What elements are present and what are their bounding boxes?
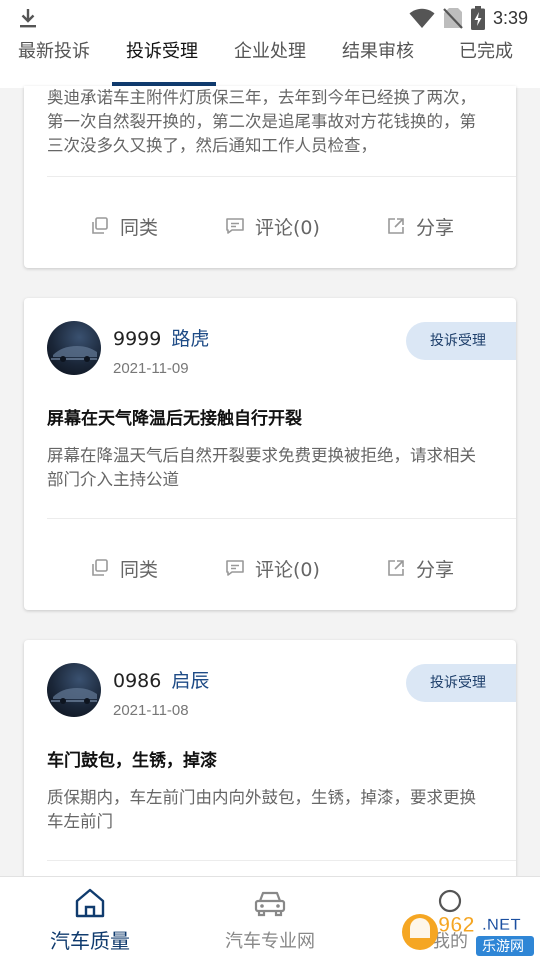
- post-date: 2021-11-08: [113, 702, 189, 719]
- comment-label: 评论(0): [255, 558, 320, 581]
- tab-enterprise-handling[interactable]: 企业处理: [234, 40, 306, 84]
- divider: [47, 518, 516, 519]
- user-line: 0986 启辰: [113, 666, 209, 693]
- divider: [47, 860, 516, 861]
- user-line: 9999 路虎: [113, 324, 209, 351]
- svg-text:乐游网: 乐游网: [482, 939, 524, 955]
- copy-icon: [92, 217, 108, 234]
- home-icon: [75, 888, 105, 918]
- nav-car-quality[interactable]: 汽车质量: [0, 877, 180, 960]
- comment-icon: [226, 218, 244, 234]
- similar-label: 同类: [120, 216, 159, 239]
- comment-label: 评论(0): [255, 216, 320, 239]
- wifi-icon: [409, 8, 435, 29]
- user-name[interactable]: 启辰: [171, 670, 209, 692]
- post-title[interactable]: 车门鼓包，生锈，掉漆: [47, 746, 217, 771]
- tab-result-review[interactable]: 结果审核: [342, 40, 414, 84]
- svg-text:.NET: .NET: [482, 915, 521, 934]
- comment-button[interactable]: 评论(0): [225, 548, 320, 588]
- post-actions: 同类 评论(0) 分享: [24, 548, 516, 588]
- post-body: 屏幕在降温天气后自然开裂要求免费更换被拒绝，请求相关部门介入主持公道: [47, 446, 476, 489]
- share-label: 分享: [416, 216, 455, 239]
- post-title[interactable]: 屏幕在天气降温后无接触自行开裂: [47, 404, 302, 429]
- status-badge: 投诉受理: [406, 322, 516, 360]
- divider: [47, 176, 516, 177]
- comment-button[interactable]: 评论(0): [225, 206, 320, 246]
- tab-latest-complaints[interactable]: 最新投诉: [18, 40, 90, 84]
- similar-button[interactable]: 同类: [90, 206, 158, 246]
- battery-charging-icon: [470, 6, 485, 30]
- nav-label: 汽车专业网: [225, 931, 315, 952]
- complaint-card[interactable]: 9999 路虎 2021-11-09 投诉受理 屏幕在天气降温后无接触自行开裂 屏…: [24, 298, 516, 610]
- avatar: [47, 663, 101, 717]
- watermark-logo: 962 .NET 乐游网: [402, 912, 534, 956]
- tab-complaint-accepted[interactable]: 投诉受理: [126, 40, 198, 84]
- car-photo-icon: [51, 346, 97, 362]
- post-body: 奥迪承诺车主附件灯质保三年，去年到今年已经换了两次，第一次自然裂开换的，第二次是…: [47, 88, 476, 155]
- share-button[interactable]: 分享: [386, 206, 454, 246]
- share-label: 分享: [416, 558, 455, 581]
- car-photo-icon: [51, 688, 97, 704]
- copy-icon: [92, 559, 108, 576]
- car-icon: [254, 891, 286, 917]
- complaint-card[interactable]: 奥迪承诺车主附件灯质保三年，去年到今年已经换了两次，第一次自然裂开换的，第二次是…: [24, 86, 516, 268]
- status-icons: 3:39: [409, 6, 528, 30]
- status-bar: 3:39: [0, 0, 540, 36]
- post-date: 2021-11-09: [113, 360, 189, 377]
- download-icon: [20, 9, 36, 28]
- tab-bar: 最新投诉 投诉受理 企业处理 结果审核 已完成: [0, 36, 540, 88]
- user-name[interactable]: 路虎: [171, 328, 209, 350]
- clock: 3:39: [492, 7, 528, 28]
- user-id: 9999: [113, 328, 162, 350]
- post-actions: 同类 评论(0) 分享: [24, 206, 516, 246]
- user-id: 0986: [113, 670, 162, 692]
- post-body: 质保期内，车左前门由内向外鼓包，生锈，掉漆，要求更换车左前门: [47, 788, 476, 831]
- nav-car-pro-web[interactable]: 汽车专业网: [180, 877, 360, 960]
- no-sim-icon: [443, 8, 463, 29]
- avatar: [47, 321, 101, 375]
- status-badge: 投诉受理: [406, 664, 516, 702]
- svg-text:962: 962: [438, 912, 475, 937]
- similar-button[interactable]: 同类: [90, 548, 158, 588]
- share-icon: [388, 218, 404, 234]
- similar-label: 同类: [120, 558, 159, 581]
- share-button[interactable]: 分享: [386, 548, 454, 588]
- tab-completed[interactable]: 已完成: [459, 40, 513, 84]
- comment-icon: [226, 560, 244, 576]
- share-icon: [388, 560, 404, 576]
- nav-label: 汽车质量: [50, 929, 130, 953]
